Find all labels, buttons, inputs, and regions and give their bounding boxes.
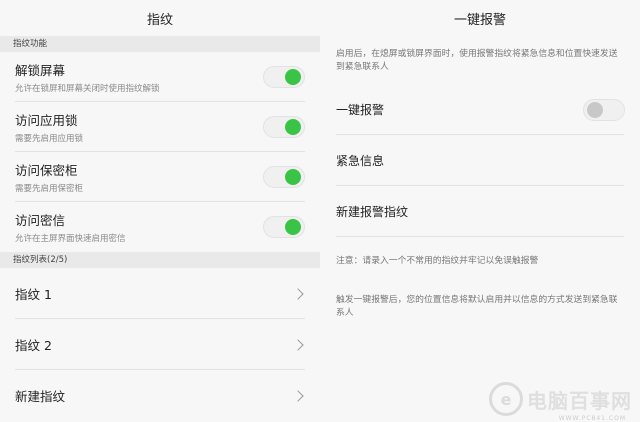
secret-message-toggle[interactable]: [263, 216, 305, 238]
one-key-alarm-row[interactable]: 一键报警: [320, 84, 640, 135]
toggle-knob: [285, 119, 301, 135]
secret-message-subtitle: 允许在主屏界面快速启用密信: [15, 234, 126, 244]
emergency-info-row[interactable]: 紧急信息: [320, 135, 640, 186]
alarm-description: 启用后，在熄屏或锁屏界面时，使用报警指纹将紧急信息和位置快速发送到紧急联系人: [336, 49, 618, 72]
unlock-screen-subtitle: 允许在锁屏和屏幕关闭时使用指纹解锁: [15, 84, 160, 94]
unlock-screen-row[interactable]: 解锁屏幕 允许在锁屏和屏幕关闭时使用指纹解锁: [0, 52, 320, 102]
secret-message-row[interactable]: 访问密信 允许在主屏界面快速启用密信: [0, 202, 320, 252]
new-fingerprint-label: 新建指纹: [15, 389, 66, 404]
section-header-fingerprint-functions: 指纹功能: [0, 36, 320, 52]
new-alarm-fingerprint-row[interactable]: 新建报警指纹: [320, 186, 640, 237]
toggle-knob: [285, 219, 301, 235]
watermark-text: 电脑百事网: [527, 388, 632, 413]
alarm-page-title: 一键报警: [320, 0, 640, 36]
safe-box-toggle[interactable]: [263, 166, 305, 188]
alarm-trigger-info: 触发一键报警后，您的位置信息将默认启用并以信息的方式发送到紧急联系人: [336, 295, 618, 318]
app-lock-subtitle: 需要先启用应用锁: [15, 134, 84, 144]
fingerprint-2-label: 指纹 2: [15, 338, 52, 353]
fingerprint-1-label: 指纹 1: [15, 287, 52, 302]
toggle-knob: [285, 169, 301, 185]
app-lock-row[interactable]: 访问应用锁 需要先启用应用锁: [0, 102, 320, 152]
toggle-knob: [285, 69, 301, 85]
fingerprint-list-item-1[interactable]: 指纹 1: [0, 268, 320, 319]
page-title: 指纹: [0, 0, 320, 36]
divider: [336, 236, 624, 237]
alarm-note: 注意：请录入一个不常用的指纹并牢记以免误触报警: [336, 256, 539, 266]
unlock-screen-toggle[interactable]: [263, 66, 305, 88]
new-alarm-fingerprint-label: 新建报警指纹: [336, 205, 409, 219]
one-key-alarm-label: 一键报警: [336, 103, 385, 117]
fingerprint-settings-panel: 指纹 指纹功能 解锁屏幕 允许在锁屏和屏幕关闭时使用指纹解锁 访问应用锁 需要先…: [0, 0, 320, 422]
one-key-alarm-toggle[interactable]: [583, 98, 625, 121]
safe-box-subtitle: 需要先启用保密柜: [15, 184, 84, 194]
watermark-logo: e 电脑百事网: [489, 382, 632, 416]
new-fingerprint-item[interactable]: 新建指纹: [0, 370, 320, 421]
watermark-icon: e: [489, 382, 523, 416]
section-header-fingerprint-list: 指纹列表(2/5): [0, 252, 320, 268]
fingerprint-list-item-2[interactable]: 指纹 2: [0, 319, 320, 370]
safe-box-row[interactable]: 访问保密柜 需要先启用保密柜: [0, 152, 320, 202]
one-key-alarm-panel: 一键报警 启用后，在熄屏或锁屏界面时，使用报警指纹将紧急信息和位置快速发送到紧急…: [320, 0, 640, 422]
safe-box-title: 访问保密柜: [15, 163, 78, 178]
app-lock-toggle[interactable]: [263, 116, 305, 138]
app-lock-title: 访问应用锁: [15, 113, 78, 128]
secret-message-title: 访问密信: [15, 213, 66, 228]
toggle-knob: [587, 101, 603, 118]
watermark-subtext: WWW.PC841.COM: [558, 415, 626, 422]
emergency-info-label: 紧急信息: [336, 154, 385, 168]
unlock-screen-title: 解锁屏幕: [15, 63, 66, 78]
